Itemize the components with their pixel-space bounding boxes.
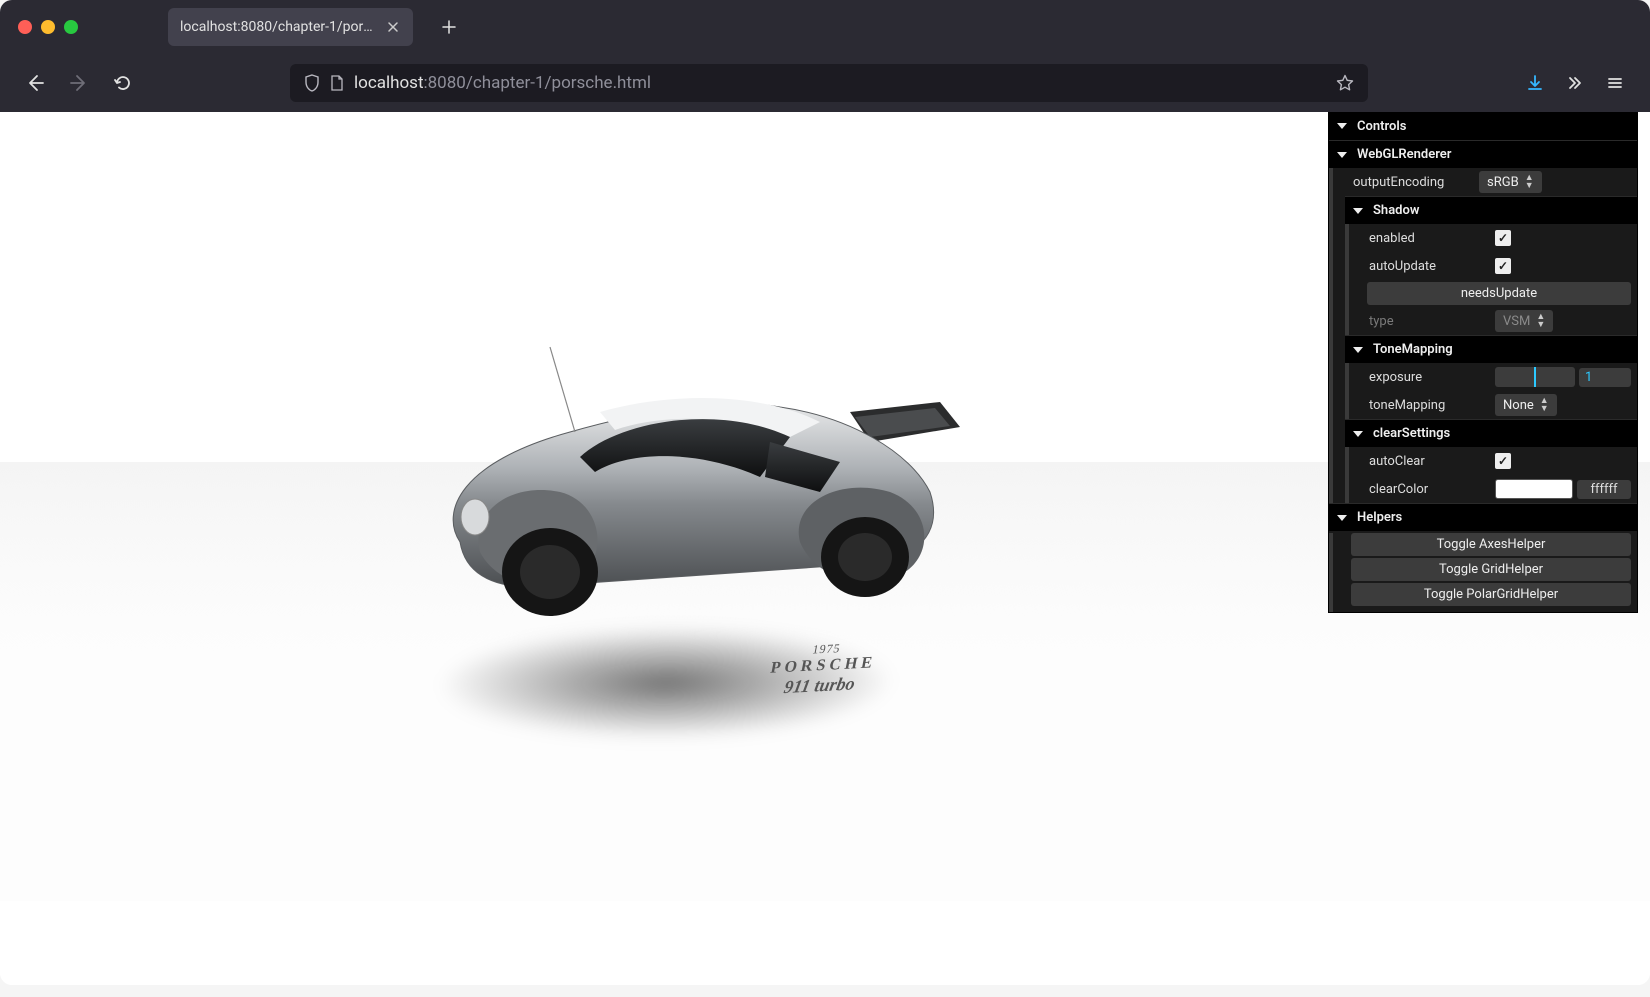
star-icon — [1336, 74, 1354, 92]
row-shadow-type: type VSM ▲▼ — [1361, 307, 1637, 335]
select-tonemapping[interactable]: None ▲▼ — [1495, 394, 1557, 416]
hamburger-icon — [1606, 74, 1624, 92]
control-label: type — [1369, 314, 1489, 329]
url-text: localhost:8080/chapter-1/porsche.html — [354, 73, 651, 93]
overflow-button[interactable] — [1558, 66, 1592, 100]
shield-icon — [304, 74, 320, 92]
chevron-down-icon — [1353, 431, 1363, 437]
folder-shadow[interactable]: Shadow — [1345, 196, 1637, 224]
close-tab-button[interactable] — [385, 19, 401, 35]
car-model — [420, 342, 1000, 642]
chevron-down-icon — [1353, 208, 1363, 214]
checkbox-shadow-autoupdate[interactable]: ✓ — [1495, 258, 1511, 274]
folder-label: Helpers — [1357, 510, 1402, 525]
control-label: clearColor — [1369, 482, 1489, 497]
gui-title-controls[interactable]: Controls — [1329, 112, 1637, 140]
url-path: :8080/chapter-1/porsche.html — [424, 73, 652, 93]
folder-label: Shadow — [1373, 203, 1419, 218]
folder-tonemapping[interactable]: ToneMapping — [1345, 335, 1637, 363]
number-value: 1 — [1585, 370, 1592, 385]
row-outputencoding: outputEncoding sRGB ▲▼ — [1345, 168, 1637, 196]
row-shadow-enabled: enabled ✓ — [1361, 224, 1637, 252]
forward-button[interactable] — [62, 66, 96, 100]
browser-chrome: localhost:8080/chapter-1/porsche.h — [0, 0, 1650, 112]
button-toggle-gridhelper[interactable]: Toggle GridHelper — [1351, 558, 1631, 581]
folder-helpers[interactable]: Helpers — [1329, 503, 1637, 531]
folder-webglrenderer[interactable]: WebGLRenderer — [1329, 140, 1637, 168]
checkbox-autoclear[interactable]: ✓ — [1495, 453, 1511, 469]
window-controls — [18, 20, 78, 34]
menu-button[interactable] — [1598, 66, 1632, 100]
page-content: 1975 PORSCHE 911 turbo Controls WebGLRen… — [0, 112, 1650, 985]
button-label: Toggle AxesHelper — [1437, 537, 1546, 552]
url-input[interactable]: localhost:8080/chapter-1/porsche.html — [290, 64, 1368, 102]
address-bar: localhost:8080/chapter-1/porsche.html — [0, 54, 1650, 112]
download-icon — [1526, 74, 1544, 92]
folder-label: WebGLRenderer — [1357, 147, 1451, 162]
close-icon — [387, 21, 399, 33]
hex-value: ffffff — [1590, 482, 1617, 497]
folder-label: ToneMapping — [1373, 342, 1453, 357]
arrow-right-icon — [69, 73, 89, 93]
control-label: exposure — [1369, 370, 1489, 385]
url-host: localhost — [354, 73, 424, 93]
control-label: outputEncoding — [1353, 175, 1473, 190]
chevron-down-icon — [1337, 515, 1347, 521]
select-value: VSM — [1503, 314, 1530, 329]
chevron-down-icon — [1337, 152, 1347, 158]
row-clearcolor: clearColor ffffff — [1361, 475, 1637, 503]
downloads-button[interactable] — [1518, 66, 1552, 100]
button-toggle-axeshelper[interactable]: Toggle AxesHelper — [1351, 533, 1631, 556]
select-arrows-icon: ▲▼ — [1536, 313, 1545, 329]
chevron-double-right-icon — [1566, 74, 1584, 92]
slider-exposure[interactable] — [1495, 367, 1575, 387]
row-shadow-autoupdate: autoUpdate ✓ — [1361, 252, 1637, 280]
number-exposure[interactable]: 1 — [1579, 368, 1631, 387]
button-label: Toggle GridHelper — [1439, 562, 1543, 577]
close-window-button[interactable] — [18, 20, 32, 34]
select-arrows-icon: ▲▼ — [1540, 397, 1549, 413]
button-needsupdate[interactable]: needsUpdate — [1367, 282, 1631, 305]
floor-text: 1975 PORSCHE 911 turbo — [765, 639, 881, 699]
maximize-window-button[interactable] — [64, 20, 78, 34]
folder-clearsettings[interactable]: clearSettings — [1345, 419, 1637, 447]
select-shadow-type[interactable]: VSM ▲▼ — [1495, 310, 1553, 332]
page-icon — [330, 75, 344, 91]
select-outputencoding[interactable]: sRGB ▲▼ — [1479, 171, 1542, 193]
checkbox-shadow-enabled[interactable]: ✓ — [1495, 230, 1511, 246]
row-tonemapping: toneMapping None ▲▼ — [1361, 391, 1637, 419]
chevron-down-icon — [1353, 347, 1363, 353]
select-value: sRGB — [1487, 175, 1519, 190]
bookmark-button[interactable] — [1336, 74, 1354, 92]
button-label: Toggle PolarGridHelper — [1424, 587, 1558, 602]
control-label: autoClear — [1369, 454, 1489, 469]
color-swatch-clearcolor[interactable] — [1495, 479, 1573, 499]
control-label: toneMapping — [1369, 398, 1489, 413]
gui-title-label: Controls — [1357, 119, 1406, 134]
control-label: autoUpdate — [1369, 259, 1489, 274]
plus-icon — [442, 20, 456, 34]
folder-label: clearSettings — [1373, 426, 1450, 441]
arrow-left-icon — [25, 73, 45, 93]
button-label: needsUpdate — [1461, 286, 1537, 301]
tab-title: localhost:8080/chapter-1/porsche.h — [180, 19, 375, 35]
tab-bar: localhost:8080/chapter-1/porsche.h — [0, 0, 1650, 54]
button-toggle-polargridhelper[interactable]: Toggle PolarGridHelper — [1351, 583, 1631, 606]
slider-fill — [1534, 367, 1536, 387]
control-label: enabled — [1369, 231, 1489, 246]
back-button[interactable] — [18, 66, 52, 100]
chevron-down-icon — [1337, 123, 1347, 129]
row-autoclear: autoClear ✓ — [1361, 447, 1637, 475]
color-hex-clearcolor[interactable]: ffffff — [1577, 480, 1631, 499]
minimize-window-button[interactable] — [41, 20, 55, 34]
row-exposure: exposure 1 — [1361, 363, 1637, 391]
reload-button[interactable] — [106, 66, 140, 100]
reload-icon — [114, 74, 132, 92]
select-value: None — [1503, 398, 1534, 413]
select-arrows-icon: ▲▼ — [1525, 174, 1534, 190]
browser-tab[interactable]: localhost:8080/chapter-1/porsche.h — [168, 8, 413, 46]
gui-panel: Controls WebGLRenderer outputEncoding sR… — [1328, 112, 1638, 613]
new-tab-button[interactable] — [433, 11, 465, 43]
